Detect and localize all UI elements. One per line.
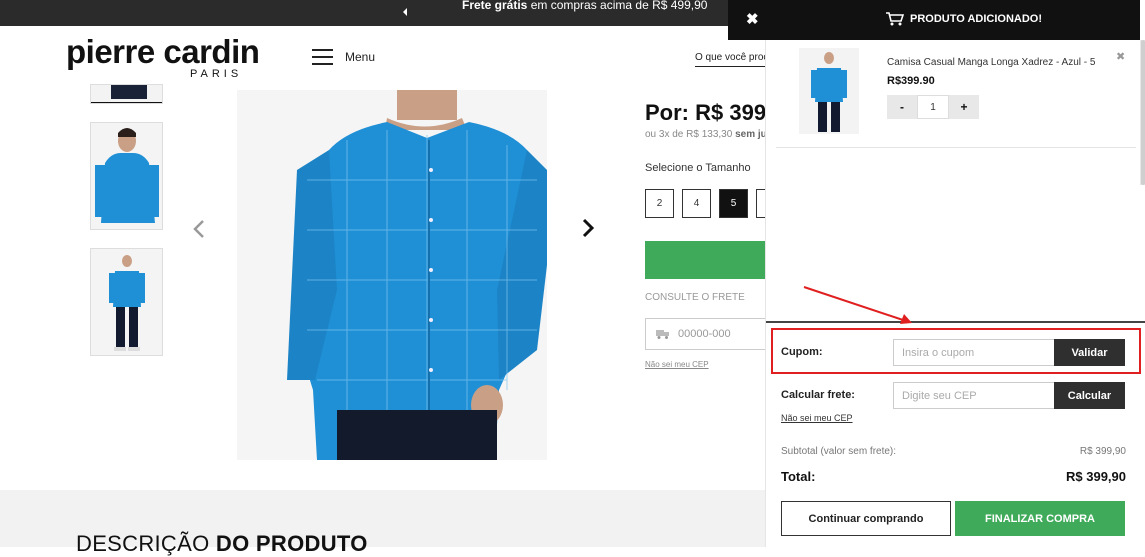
shipping-label: Calcular frete: [781,389,855,401]
description-title-bold: DO PRODUTO [215,531,368,556]
chevron-left-icon[interactable] [192,219,206,239]
buy-button[interactable] [645,241,775,279]
total-label: Total: [781,469,816,484]
subtotal-label: Subtotal (valor sem frete): [781,446,897,457]
cep-field[interactable]: 00000-000 [645,318,775,350]
cart-item: Camisa Casual Manga Longa Xadrez - Azul … [776,40,1136,148]
size-option-selected[interactable]: 5 [719,189,748,218]
remove-item-icon[interactable]: ✖ [1116,50,1125,63]
cart-item-image [799,48,859,134]
size-selector: 2 4 5 [645,189,785,218]
menu-label: Menu [345,50,376,64]
total-row: Total: R$ 399,90 [781,469,1126,487]
product-thumbnail[interactable] [90,248,163,356]
cart-title-text: PRODUTO ADICIONADO! [910,13,1042,25]
validate-coupon-button[interactable]: Validar [1054,339,1125,366]
cart-header: ✖ PRODUTO ADICIONADO! [728,0,1140,40]
size-option[interactable]: 2 [645,189,674,218]
cart-item-name[interactable]: Camisa Casual Manga Longa Xadrez - Azul … [887,57,1095,68]
total-value: R$ 399,90 [1066,469,1126,484]
announcement-bold: Frete grátis [462,0,528,12]
truck-icon [656,330,669,339]
nao-sei-cep-link[interactable]: Não sei meu CEP [781,413,853,423]
coupon-label: Cupom: [781,346,823,358]
shipping-cep-input[interactable]: Digite seu CEP [893,382,1055,409]
product-thumbnail[interactable] [90,122,163,230]
calculate-shipping-button[interactable]: Calcular [1054,382,1125,409]
chevron-left-icon[interactable] [400,7,410,17]
installments-prefix: ou 3x de R$ 133,30 [645,129,736,140]
frete-label: CONSULTE O FRETE [645,292,745,303]
description-title: DESCRIÇÃO DO PRODUTO [76,531,368,557]
size-option[interactable]: 4 [682,189,711,218]
brand-logo[interactable]: pierre cardin PARIS [66,33,260,80]
product-main-image [237,90,547,460]
size-label: Selecione o Tamanho [645,162,751,174]
hamburger-icon [312,49,333,65]
increase-qty-button[interactable]: + [949,95,979,119]
description-title-light: DESCRIÇÃO [76,531,216,556]
cart-divider [766,321,1145,323]
decrease-qty-button[interactable]: - [887,95,917,119]
quantity-value[interactable]: 1 [917,95,949,119]
finalize-purchase-button[interactable]: FINALIZAR COMPRA [955,501,1125,536]
quantity-stepper: - 1 + [887,95,979,119]
close-icon[interactable]: ✖ [746,10,759,28]
cep-placeholder: 00000-000 [678,328,731,340]
brand-name: pierre cardin [66,33,260,70]
chevron-right-icon[interactable] [581,218,595,238]
installments-text: ou 3x de R$ 133,30 sem juros [645,129,782,140]
product-thumbnail[interactable] [90,84,163,104]
search-input[interactable]: O que você procura? [695,52,775,67]
announcement-text: Frete grátis em compras acima de R$ 499,… [462,0,707,11]
cart-item-price: R$399.90 [887,75,935,87]
continue-shopping-button[interactable]: Continuar comprando [781,501,951,536]
subtotal-row: Subtotal (valor sem frete): R$ 399,90 [781,446,1126,460]
scrollbar[interactable] [1140,40,1145,185]
announcement-rest: em compras acima de R$ 499,90 [527,0,708,12]
subtotal-value: R$ 399,90 [1079,446,1126,457]
cart-drawer: ✖ PRODUTO ADICIONADO! Camisa Casual Mang… [728,0,1145,547]
cart-icon [886,12,904,26]
cart-title: PRODUTO ADICIONADO! [886,12,1042,26]
nao-sei-cep-link[interactable]: Não sei meu CEP [645,360,709,369]
brand-sub: PARIS [190,68,243,80]
coupon-input[interactable]: Insira o cupom [893,339,1055,366]
menu-button[interactable]: Menu [312,49,375,65]
